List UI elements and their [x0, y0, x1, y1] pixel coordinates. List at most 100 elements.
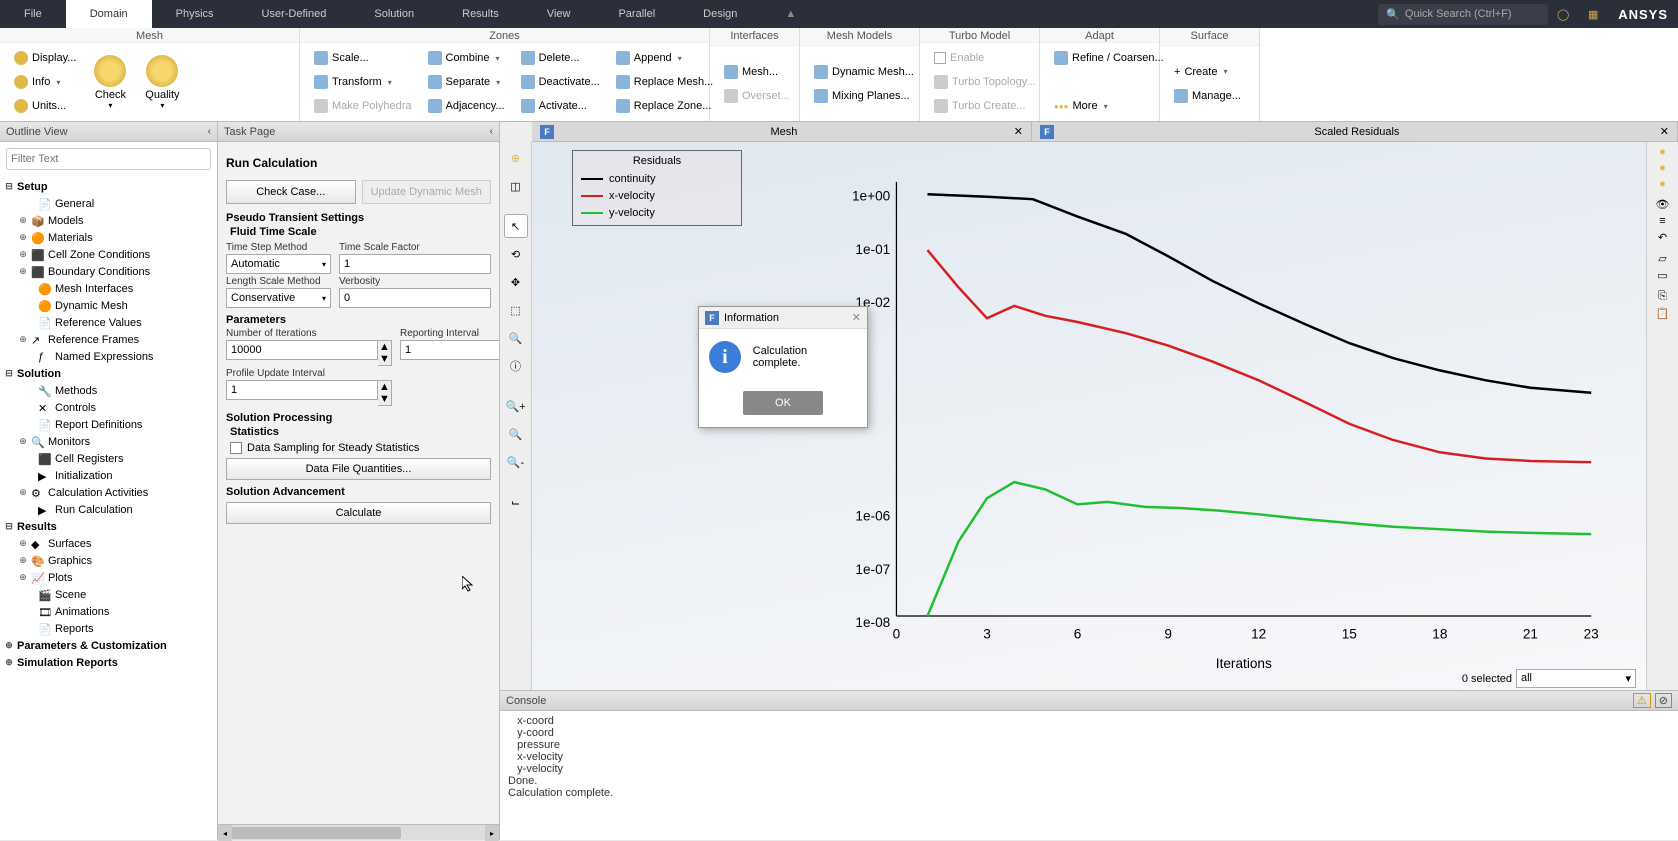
close-icon[interactable]: ✕ [1014, 125, 1023, 138]
activate-button[interactable]: Activate... [517, 95, 604, 117]
tree-graphics[interactable]: ⊕🎨Graphics [4, 552, 213, 569]
delete-button[interactable]: Delete... [517, 47, 604, 69]
copy-icon[interactable]: ⎘ [1658, 290, 1667, 303]
tree-boundary[interactable]: ⊕⬛Boundary Conditions [4, 263, 213, 280]
replace-zone-button[interactable]: Replace Zone... [612, 95, 717, 117]
ok-button[interactable]: OK [743, 391, 823, 415]
sphere1-icon[interactable]: ● [1659, 146, 1666, 158]
task-scrollbar[interactable]: ◂▸ [218, 824, 499, 840]
profile-update-input[interactable]: ▲▼ [226, 380, 392, 406]
zoom-fit-icon[interactable]: 🔍 [504, 422, 528, 446]
length-scale-method-select[interactable]: Conservative▾ [226, 288, 331, 308]
quality-button[interactable]: Quality▾ [136, 47, 188, 117]
num-iterations-input[interactable]: ▲▼ [226, 340, 392, 366]
filter-input[interactable] [6, 148, 211, 170]
mixing-planes-button[interactable]: Mixing Planes... [810, 85, 918, 107]
spinner-down-icon[interactable]: ▼ [378, 393, 391, 405]
tree-animations[interactable]: 🎞Animations [4, 603, 213, 620]
turbo-enable-button[interactable]: Enable [930, 47, 1040, 69]
layout-icon[interactable]: ▦ [1582, 3, 1604, 25]
units-button[interactable]: Units... [10, 95, 80, 117]
warning-icon[interactable]: ⚠ [1633, 693, 1651, 708]
sphere3-icon[interactable]: ● [1659, 178, 1666, 190]
tree-controls[interactable]: ✕Controls [4, 399, 213, 416]
menu-results[interactable]: Results [438, 0, 523, 28]
selection-filter-select[interactable]: all▾ [1516, 669, 1636, 688]
tree-cell-registers[interactable]: ⬛Cell Registers [4, 450, 213, 467]
verbosity-input[interactable] [339, 288, 491, 308]
replace-mesh-button[interactable]: Replace Mesh... [612, 71, 717, 93]
info-button[interactable]: Info▾ [10, 71, 80, 93]
adjacency-button[interactable]: Adjacency... [424, 95, 509, 117]
tree-reference-values[interactable]: 📄Reference Values [4, 314, 213, 331]
separate-button[interactable]: Separate▾ [424, 71, 509, 93]
tree-run-calculation[interactable]: ▶Run Calculation [4, 501, 213, 518]
tree-named-expr[interactable]: ƒNamed Expressions [4, 348, 213, 365]
spinner-down-icon[interactable]: ▼ [378, 353, 391, 365]
pan-icon[interactable]: ✥ [504, 270, 528, 294]
spinner-up-icon[interactable]: ▲ [378, 341, 391, 353]
info-icon[interactable]: ⓘ [504, 354, 528, 378]
quick-search[interactable]: 🔍Quick Search (Ctrl+F) [1378, 4, 1548, 25]
zoom-out-icon[interactable]: 🔍- [504, 450, 528, 474]
tree-mesh-interfaces[interactable]: 🟠Mesh Interfaces [4, 280, 213, 297]
collapse-icon[interactable]: ‹ [208, 126, 211, 137]
tree-results[interactable]: ⊟Results [4, 518, 213, 535]
tree-materials[interactable]: ⊕🟠Materials [4, 229, 213, 246]
layers-icon[interactable]: ≡ [1659, 215, 1665, 227]
menu-solution[interactable]: Solution [350, 0, 438, 28]
tree-setup[interactable]: ⊟Setup [4, 178, 213, 195]
line-icon[interactable]: ▱ [1658, 252, 1666, 265]
display-button[interactable]: Display... [10, 47, 80, 69]
collapse-icon[interactable]: ‹ [490, 126, 493, 137]
menu-domain[interactable]: Domain [66, 0, 152, 28]
tree-sim-reports[interactable]: ⊕Simulation Reports [4, 654, 213, 671]
tree-calc-activities[interactable]: ⊕⚙Calculation Activities [4, 484, 213, 501]
tab-mesh[interactable]: FMesh✕ [532, 122, 1032, 141]
tree-models[interactable]: ⊕📦Models [4, 212, 213, 229]
axes-icon[interactable]: ⌙ [504, 490, 528, 514]
menu-view[interactable]: View [523, 0, 595, 28]
menu-parallel[interactable]: Parallel [594, 0, 679, 28]
surface-manage-button[interactable]: Manage... [1170, 85, 1245, 107]
zoom-icon[interactable]: 🔍 [504, 326, 528, 350]
check-case-button[interactable]: Check Case... [226, 180, 356, 204]
refine-coarsen-button[interactable]: Refine / Coarsen... [1050, 47, 1168, 69]
eye-icon[interactable]: 👁 [1656, 198, 1670, 211]
data-sampling-checkbox[interactable]: Data Sampling for Steady Statistics [230, 442, 487, 454]
scroll-thumb[interactable] [232, 827, 401, 839]
menu-expand[interactable]: ▲ [761, 0, 820, 28]
tree-initialization[interactable]: ▶Initialization [4, 467, 213, 484]
tree-general[interactable]: 📄General [4, 195, 213, 212]
reporting-interval-input[interactable]: ▲▼ [400, 340, 499, 366]
tree-methods[interactable]: 🔧Methods [4, 382, 213, 399]
bbox-icon[interactable]: ▭ [1657, 269, 1667, 282]
sphere2-icon[interactable]: ● [1659, 162, 1666, 174]
menu-physics[interactable]: Physics [152, 0, 238, 28]
more-button[interactable]: ●●●More▾ [1050, 95, 1168, 117]
undo-icon[interactable]: ↶ [1658, 231, 1667, 244]
menu-user-defined[interactable]: User-Defined [238, 0, 351, 28]
scroll-right-icon[interactable]: ▸ [485, 825, 499, 841]
combine-button[interactable]: Combine▾ [424, 47, 509, 69]
surface-create-button[interactable]: +Create▾ [1170, 61, 1245, 83]
tree-reference-frames[interactable]: ⊕↗Reference Frames [4, 331, 213, 348]
deactivate-button[interactable]: Deactivate... [517, 71, 604, 93]
tree-solution[interactable]: ⊟Solution [4, 365, 213, 382]
tab-scaled-residuals[interactable]: FScaled Residuals✕ [1032, 122, 1678, 141]
close-icon[interactable]: ✕ [1660, 125, 1669, 138]
cube-icon[interactable]: ◫ [504, 174, 528, 198]
append-button[interactable]: Append▾ [612, 47, 717, 69]
pointer-icon[interactable]: ↖ [504, 214, 528, 238]
calculate-button[interactable]: Calculate [226, 502, 491, 524]
zoom-box-icon[interactable]: ⬚ [504, 298, 528, 322]
transform-button[interactable]: Transform▾ [310, 71, 416, 93]
tree-dynamic-mesh[interactable]: 🟠Dynamic Mesh [4, 297, 213, 314]
zoom-in-icon[interactable]: 🔍+ [504, 394, 528, 418]
interfaces-mesh-button[interactable]: Mesh... [720, 61, 794, 83]
data-file-quantities-button[interactable]: Data File Quantities... [226, 458, 491, 480]
scroll-left-icon[interactable]: ◂ [218, 825, 232, 841]
tree-params[interactable]: ⊕Parameters & Customization [4, 637, 213, 654]
spinner-up-icon[interactable]: ▲ [378, 381, 391, 393]
tree-reports[interactable]: 📄Reports [4, 620, 213, 637]
